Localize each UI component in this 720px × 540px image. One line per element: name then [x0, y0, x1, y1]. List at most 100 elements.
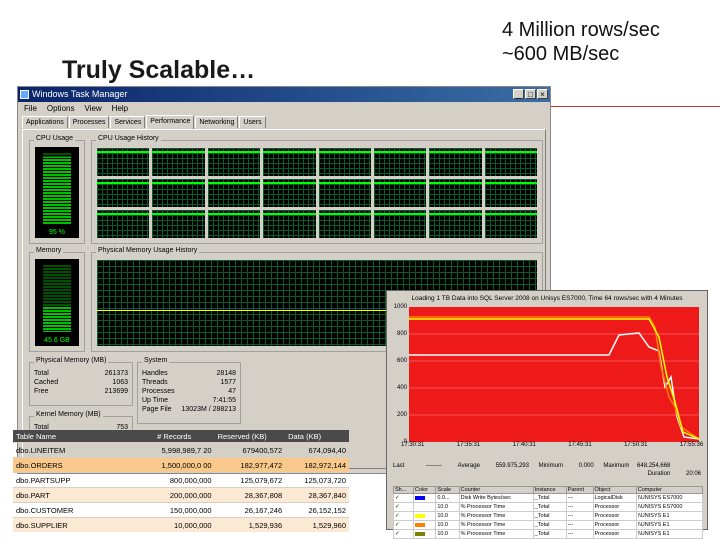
- tab-applications[interactable]: Applications: [22, 116, 68, 128]
- y-tick-label: 600: [396, 358, 407, 364]
- stat-value: 1577: [220, 379, 236, 386]
- tab-performance[interactable]: Performance: [146, 115, 195, 129]
- counter-col: Parent: [565, 486, 594, 494]
- counter-cell: Processor: [592, 529, 637, 539]
- counter-color: [412, 511, 437, 521]
- stat-value: 13023M / 288213: [181, 406, 237, 413]
- counter-cell: \\UNISYS E1: [635, 520, 704, 530]
- title-bar[interactable]: Windows Task Manager _ □ ×: [18, 87, 550, 102]
- col-data: Data (KB): [285, 430, 349, 443]
- counter-checkbox[interactable]: ✓: [393, 520, 414, 530]
- slide-title: Truly Scalable…: [62, 56, 256, 84]
- table-cell: dbo.LINEITEM: [13, 442, 155, 458]
- counter-checkbox[interactable]: ✓: [393, 511, 414, 521]
- table-row: dbo.SUPPLIER 10,000,000 1,529,936 1,529,960: [13, 517, 349, 532]
- table-cell: 1,500,000,0 00: [154, 457, 215, 473]
- cpu-core-graph: [263, 210, 316, 238]
- table-cell: dbo.CUSTOMER: [13, 502, 155, 518]
- tab-processes[interactable]: Processes: [68, 116, 110, 128]
- red-divider: [550, 106, 720, 107]
- y-tick-label: 400: [396, 385, 407, 391]
- series-processor-time-2: [409, 316, 699, 440]
- maximize-button[interactable]: □: [525, 89, 536, 99]
- cpu-core-graph: [152, 210, 205, 238]
- y-tick-label: 200: [396, 412, 407, 418]
- stat-average-label: Average: [457, 463, 480, 469]
- table-cell: 182,977,472: [214, 457, 286, 473]
- physical-memory-group: Physical Memory (MB) Total 261373 Cached 10…: [29, 357, 133, 406]
- stat-label: Up Time: [142, 397, 169, 404]
- stat-row: Cached 1063: [34, 378, 128, 387]
- y-tick-label: 1000: [393, 304, 407, 310]
- tab-services[interactable]: Services: [110, 116, 146, 128]
- table-row: dbo.ORDERS 1,500,000,0 00 182,977,472 182,9…: [13, 457, 349, 473]
- counter-cell: _Total: [532, 529, 567, 539]
- counter-cell: \\UNISYS E1: [635, 529, 704, 539]
- tab-users[interactable]: Users: [239, 116, 266, 128]
- color-swatch: [414, 495, 425, 500]
- cpu-core-graph: [484, 210, 537, 238]
- counter-checkbox[interactable]: ✓: [393, 529, 414, 539]
- minimize-button[interactable]: _: [513, 89, 524, 99]
- stat-value: 47: [228, 388, 236, 395]
- cpu-core-graph: [97, 210, 150, 238]
- counter-cell: Disk Write Bytes/sec: [458, 493, 534, 503]
- table-cell: 200,000,000: [154, 487, 215, 503]
- counter-row[interactable]: ✓ 10.0% Processor Time _Total --- Processor \…: [393, 520, 704, 530]
- cpu-core-graph: [263, 148, 316, 176]
- counter-cell: _Total: [532, 520, 567, 530]
- x-tick-label: 17:35:31: [456, 442, 481, 448]
- counter-color: [412, 493, 437, 503]
- memory-history-label: Physical Memory Usage History: [96, 247, 200, 254]
- counter-cell: \\UNISYS ES7000: [635, 493, 704, 503]
- cpu-core-graph: [207, 179, 261, 207]
- x-tick-label: 17:50:31: [624, 442, 648, 448]
- subtitle-line-2: ~600 MB/sec: [502, 43, 620, 65]
- menu-options[interactable]: Options: [47, 102, 75, 115]
- stat-value: 261373: [104, 370, 128, 377]
- stat-label: Threads: [142, 379, 168, 386]
- cpu-meter-unused: [43, 153, 71, 157]
- table-cell: dbo.PART: [13, 487, 155, 503]
- slide-subtitle: 4 Million rows/sec ~600 MB/sec: [502, 18, 660, 66]
- cpu-core-graph: [373, 179, 427, 207]
- stat-minimum-value: 0.000: [578, 463, 594, 469]
- stat-label: Handles: [142, 370, 168, 377]
- counter-checkbox[interactable]: ✓: [393, 493, 414, 503]
- memory-value: 45.6 GB: [44, 337, 70, 344]
- system-label: System: [142, 357, 170, 364]
- series-processor-time: [409, 332, 699, 440]
- counter-cell: Processor: [592, 520, 637, 530]
- cpu-history-label: CPU Usage History: [96, 135, 161, 142]
- counter-list: Sh... Color Scale Counter Instance Parent Obje…: [393, 486, 704, 539]
- counter-row[interactable]: ✓ 0.0... Disk Write Bytes/sec _Total --- Logi…: [393, 493, 704, 503]
- table-cell: 674,094,40: [285, 442, 349, 458]
- counter-row[interactable]: ✓ 10.0% Processor Time _Total --- Processor \…: [393, 511, 704, 521]
- counter-cell: % Processor Time: [458, 529, 534, 539]
- table-cell: 28,367,808: [214, 487, 286, 503]
- counter-row[interactable]: ✓ 10.0% Processor Time _Total --- Processor \…: [393, 502, 704, 512]
- counter-cell: 0.0...: [435, 493, 460, 503]
- stat-maximum-label: Maximum: [603, 463, 630, 469]
- close-button[interactable]: ×: [537, 89, 548, 99]
- stat-label: Page File: [142, 406, 172, 413]
- stat-value: 213699: [104, 388, 128, 395]
- table-cell: 150,000,000: [154, 502, 215, 518]
- table-row: dbo.PART 200,000,000 28,367,808 28,367,840: [13, 487, 349, 503]
- table-cell: 10,000,000: [154, 517, 215, 532]
- menu-help[interactable]: Help: [112, 102, 128, 115]
- menu-view[interactable]: View: [84, 102, 101, 115]
- tab-networking[interactable]: Networking: [195, 116, 239, 128]
- table-header-row: Table Name # Records Reserved (KB) Data …: [13, 430, 349, 443]
- perfmon-stats: Last -------- Average 559.975,293 Minimu…: [393, 463, 701, 477]
- counter-checkbox[interactable]: ✓: [393, 502, 414, 512]
- table-cell: 26,152,152: [285, 502, 349, 518]
- physical-memory-label: Physical Memory (MB): [34, 357, 109, 364]
- cpu-core-graph: [152, 148, 205, 176]
- stat-minimum-label: Minimum: [538, 463, 563, 469]
- memory-label: Memory: [34, 247, 64, 254]
- menu-file[interactable]: File: [24, 102, 37, 115]
- stat-duration-value: 20:06: [685, 471, 701, 477]
- counter-row[interactable]: ✓ 10.0% Processor Time _Total --- Processor \…: [393, 529, 704, 539]
- counter-cell: LogicalDisk: [592, 493, 637, 503]
